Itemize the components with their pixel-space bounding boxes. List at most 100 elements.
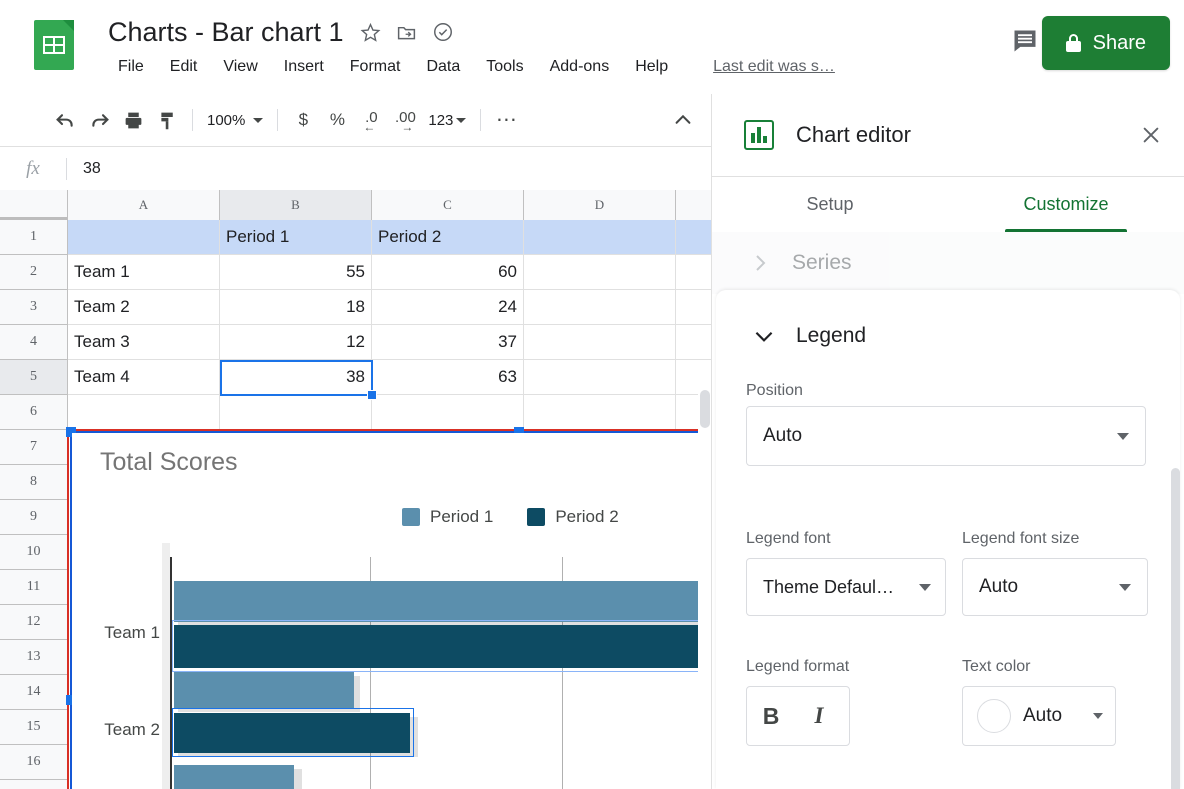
italic-button[interactable]: I	[795, 687, 843, 745]
share-button[interactable]: Share	[1041, 16, 1170, 70]
menu-view[interactable]: View	[210, 56, 270, 78]
cell-e1[interactable]	[676, 220, 712, 255]
row-header-15[interactable]: 15	[0, 710, 67, 745]
row-header-13[interactable]: 13	[0, 640, 67, 675]
row-header-1[interactable]: 1	[0, 220, 67, 255]
position-select[interactable]: Auto	[746, 406, 1146, 466]
row-header-6[interactable]: 6	[0, 395, 67, 430]
cloud-saved-icon[interactable]	[432, 21, 454, 43]
cell-b3[interactable]: 18	[220, 290, 372, 325]
more-options-button[interactable]: …	[489, 97, 523, 131]
cell-c3[interactable]: 24	[372, 290, 524, 325]
row-header-8[interactable]: 8	[0, 465, 67, 500]
row-header-11[interactable]: 11	[0, 570, 67, 605]
close-icon[interactable]	[1136, 120, 1166, 150]
tab-setup[interactable]: Setup	[712, 176, 948, 232]
legend-item-period-2[interactable]: Period 2	[527, 507, 619, 527]
row-header-5[interactable]: 5	[0, 360, 67, 395]
column-header-d[interactable]: D	[524, 190, 676, 220]
cell-c6[interactable]	[372, 395, 524, 430]
comments-icon[interactable]	[1006, 22, 1044, 60]
select-all-corner[interactable]	[0, 190, 68, 220]
cell-a4[interactable]: Team 3	[68, 325, 220, 360]
section-series[interactable]: Series	[712, 232, 1184, 294]
cell-b1[interactable]: Period 1	[220, 220, 372, 255]
cell-d4[interactable]	[524, 325, 676, 360]
collapse-toolbar-icon[interactable]	[666, 103, 700, 137]
tab-customize[interactable]: Customize	[948, 176, 1184, 232]
embedded-chart[interactable]: Total Scores Period 1 Period 2 Team 1 Te…	[72, 433, 712, 789]
chart-bar-period1-team1[interactable]	[174, 581, 706, 622]
cell-d6[interactable]	[524, 395, 676, 430]
cell-a1[interactable]	[68, 220, 220, 255]
number-format-selector[interactable]: 123	[422, 105, 472, 135]
row-header-2[interactable]: 2	[0, 255, 67, 290]
cell-e3[interactable]	[676, 290, 712, 325]
fill-handle[interactable]	[367, 390, 377, 400]
section-legend-header[interactable]: Legend	[716, 316, 866, 356]
legend-font-select[interactable]: Theme Defaul…	[746, 558, 946, 616]
menu-addons[interactable]: Add-ons	[537, 56, 623, 78]
row-header-3[interactable]: 3	[0, 290, 67, 325]
print-icon[interactable]	[116, 103, 150, 137]
decrease-decimal-button[interactable]: .0 ←	[354, 103, 388, 137]
document-title[interactable]: Charts - Bar chart 1	[108, 17, 344, 48]
cell-b4[interactable]: 12	[220, 325, 372, 360]
menu-file[interactable]: File	[105, 56, 157, 78]
grid-vertical-scrollbar[interactable]	[698, 380, 712, 789]
star-icon[interactable]	[360, 21, 382, 43]
move-to-folder-icon[interactable]	[396, 21, 418, 43]
column-header-c[interactable]: C	[372, 190, 524, 220]
panel-scrollbar-thumb[interactable]	[1171, 468, 1180, 789]
grid-scroll-thumb[interactable]	[700, 390, 710, 428]
paint-format-icon[interactable]	[150, 103, 184, 137]
row-header-7[interactable]: 7	[0, 430, 67, 465]
cell-c5[interactable]: 63	[372, 360, 524, 395]
last-edit-status[interactable]: Last edit was s…	[713, 58, 835, 76]
cell-a6[interactable]	[68, 395, 220, 430]
chart-bar-period1-team2[interactable]	[174, 672, 354, 708]
menu-help[interactable]: Help	[622, 56, 681, 78]
row-header-12[interactable]: 12	[0, 605, 67, 640]
percent-format-button[interactable]: %	[320, 103, 354, 137]
legend-font-size-select[interactable]: Auto	[962, 558, 1148, 616]
cell-a3[interactable]: Team 2	[68, 290, 220, 325]
cell-a5[interactable]: Team 4	[68, 360, 220, 395]
cell-d2[interactable]	[524, 255, 676, 290]
menu-edit[interactable]: Edit	[157, 56, 211, 78]
row-header-17[interactable]: 17	[0, 780, 67, 789]
row-header-14[interactable]: 14	[0, 675, 67, 710]
chart-bar-period1-team3[interactable]	[174, 765, 294, 789]
bold-button[interactable]: B	[747, 687, 795, 745]
formula-input[interactable]: 38	[67, 160, 101, 178]
row-header-16[interactable]: 16	[0, 745, 67, 780]
cell-b5[interactable]: 38	[220, 360, 372, 395]
cell-d1[interactable]	[524, 220, 676, 255]
cell-b6[interactable]	[220, 395, 372, 430]
row-header-10[interactable]: 10	[0, 535, 67, 570]
cell-c2[interactable]: 60	[372, 255, 524, 290]
currency-format-button[interactable]: $	[286, 103, 320, 137]
column-header-a[interactable]: A	[68, 190, 220, 220]
cell-e4[interactable]	[676, 325, 712, 360]
zoom-selector[interactable]: 100%	[201, 105, 269, 135]
redo-icon[interactable]	[82, 103, 116, 137]
menu-data[interactable]: Data	[413, 56, 473, 78]
cell-d5[interactable]	[524, 360, 676, 395]
menu-insert[interactable]: Insert	[271, 56, 337, 78]
menu-format[interactable]: Format	[337, 56, 414, 78]
cell-c1[interactable]: Period 2	[372, 220, 524, 255]
cell-b2[interactable]: 55	[220, 255, 372, 290]
row-header-9[interactable]: 9	[0, 500, 67, 535]
column-header-e[interactable]	[676, 190, 712, 220]
column-header-b[interactable]: B	[220, 190, 372, 220]
cell-e2[interactable]	[676, 255, 712, 290]
cell-a2[interactable]: Team 1	[68, 255, 220, 290]
text-color-select[interactable]: Auto	[962, 686, 1116, 746]
cell-c4[interactable]: 37	[372, 325, 524, 360]
undo-icon[interactable]	[48, 103, 82, 137]
legend-item-period-1[interactable]: Period 1	[402, 507, 493, 527]
cell-d3[interactable]	[524, 290, 676, 325]
row-header-4[interactable]: 4	[0, 325, 67, 360]
menu-tools[interactable]: Tools	[473, 56, 536, 78]
